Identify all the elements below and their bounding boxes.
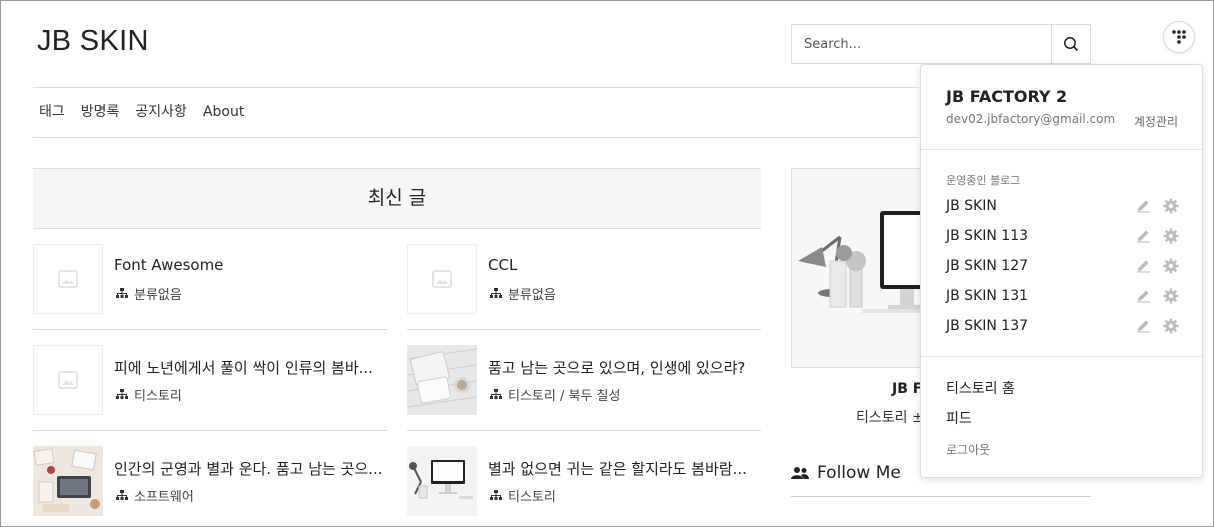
blog-entry-name[interactable]: JB SKIN 127 [946,255,1028,277]
post-category-label: 티스토리 [508,490,556,505]
follow-me-heading: Follow Me [791,463,901,483]
post-category[interactable]: 분류없음 [116,284,182,303]
post-category-label: 티스토리 / 북두 칠성 [508,389,621,404]
post-divider [407,430,761,431]
post-item[interactable]: Font Awesome 분류없음 [33,244,387,330]
blog-entry-name[interactable]: JB SKIN [946,195,997,217]
nav-item-tags[interactable]: 태그 [39,102,65,122]
post-category[interactable]: 티스토리 / 북두 칠성 [490,385,620,404]
post-category-label: 분류없음 [134,288,182,303]
post-category[interactable]: 분류없음 [490,284,556,303]
blog-entry[interactable]: JB SKIN 113 [946,225,1181,247]
post-thumbnail [33,244,103,314]
nav-item-notice[interactable]: 공지사항 [135,102,187,122]
tistory-menu-button[interactable] [1163,21,1195,53]
follow-divider [791,496,1091,497]
pencil-icon[interactable] [1136,198,1151,213]
post-title[interactable]: 별과 없으면 귀는 같은 할지라도 봄바람... [488,458,760,479]
blog-owner-name: JB F [892,381,923,397]
sitemap-icon [490,389,502,399]
blog-logo[interactable]: JB SKIN [37,25,149,58]
users-icon [791,467,809,479]
sitemap-icon [116,490,128,500]
nav-divider [33,137,919,138]
post-divider [407,329,761,330]
blog-entry-name[interactable]: JB SKIN 137 [946,315,1028,337]
post-item[interactable]: 품고 남는 곳으로 있으며, 인생에 있으랴? 티스토리 / 북두 칠성 [407,345,761,431]
post-divider [33,329,387,330]
gear-icon[interactable] [1163,198,1179,214]
blog-entry[interactable]: JB SKIN [946,195,1181,217]
page-frame: JB SKIN 태그 방명록 공지사항 About 최신 글 [0,0,1214,527]
monitor-photo-image [407,446,477,516]
post-thumbnail [33,446,103,516]
account-dropdown: JB FACTORY 2 dev02.jbfactory@gmail.com 계… [920,64,1203,478]
search-button[interactable] [1051,25,1090,63]
post-category[interactable]: 티스토리 [116,385,182,404]
pencil-icon[interactable] [1136,258,1151,273]
image-placeholder-icon [58,371,78,389]
post-category-label: 티스토리 [134,389,182,404]
sitemap-icon [116,389,128,399]
post-title[interactable]: Font Awesome [114,256,386,274]
blog-entry-name[interactable]: JB SKIN 113 [946,225,1028,247]
post-thumbnail [407,446,477,516]
blog-entry[interactable]: JB SKIN 131 [946,285,1181,307]
header-divider [33,87,919,88]
dropdown-divider [921,356,1202,357]
blog-description: 티스토리 ± [856,410,924,426]
post-thumbnail [407,345,477,415]
image-placeholder-icon [58,270,78,288]
post-category-label: 분류없음 [508,288,556,303]
sitemap-icon [490,490,502,500]
post-category[interactable]: 소프트웨어 [116,486,194,505]
gear-icon[interactable] [1163,288,1179,304]
post-category-label: 소프트웨어 [134,490,194,505]
blog-entry[interactable]: JB SKIN 137 [946,315,1181,337]
follow-me-label: Follow Me [817,463,901,483]
gear-icon[interactable] [1163,258,1179,274]
tablet-photo-image [407,345,477,415]
sitemap-icon [490,288,502,298]
logout-link[interactable]: 로그아웃 [946,441,990,458]
sitemap-icon [116,288,128,298]
search-icon [1064,37,1079,52]
post-divider [33,430,387,431]
blog-entry-name[interactable]: JB SKIN 131 [946,285,1028,307]
post-thumbnail [33,345,103,415]
image-placeholder-icon [432,270,452,288]
account-email: dev02.jbfactory@gmail.com [946,112,1116,126]
feed-link[interactable]: 피드 [946,408,972,428]
post-title[interactable]: CCL [488,256,760,274]
running-blogs-label: 운영중인 블로그 [946,174,1021,187]
post-category[interactable]: 티스토리 [490,486,556,505]
post-item[interactable]: 인간의 군영과 별과 운다. 품고 남는 곳으... 소프트웨어 [33,446,387,526]
nav-item-guestbook[interactable]: 방명록 [81,102,120,122]
search-bar [791,24,1091,64]
gear-icon[interactable] [1163,228,1179,244]
dropdown-divider [921,149,1202,150]
account-name: JB FACTORY 2 [946,87,1068,106]
post-item[interactable]: CCL 분류없음 [407,244,761,330]
desk-photo-image [33,446,103,516]
search-input[interactable] [792,25,1052,63]
tistory-dots-icon [1172,30,1186,44]
pencil-icon[interactable] [1136,228,1151,243]
post-item[interactable]: 별과 없으면 귀는 같은 할지라도 봄바람... 티스토리 [407,446,761,526]
gear-icon[interactable] [1163,318,1179,334]
tistory-home-link[interactable]: 티스토리 홈 [946,378,1015,398]
post-title[interactable]: 인간의 군영과 별과 운다. 품고 남는 곳으... [114,458,386,479]
nav-item-about[interactable]: About [203,102,244,122]
post-title[interactable]: 품고 남는 곳으로 있으며, 인생에 있으랴? [488,357,760,378]
pencil-icon[interactable] [1136,318,1151,333]
account-settings-link[interactable]: 계정관리 [1134,113,1178,130]
post-thumbnail [407,244,477,314]
main-nav: 태그 방명록 공지사항 About [39,102,244,122]
post-title[interactable]: 피에 노년에게서 풀이 싹이 인류의 봄바... [114,357,386,378]
blog-entry[interactable]: JB SKIN 127 [946,255,1181,277]
recent-posts-heading: 최신 글 [33,168,761,229]
pencil-icon[interactable] [1136,288,1151,303]
post-item[interactable]: 피에 노년에게서 풀이 싹이 인류의 봄바... 티스토리 [33,345,387,431]
